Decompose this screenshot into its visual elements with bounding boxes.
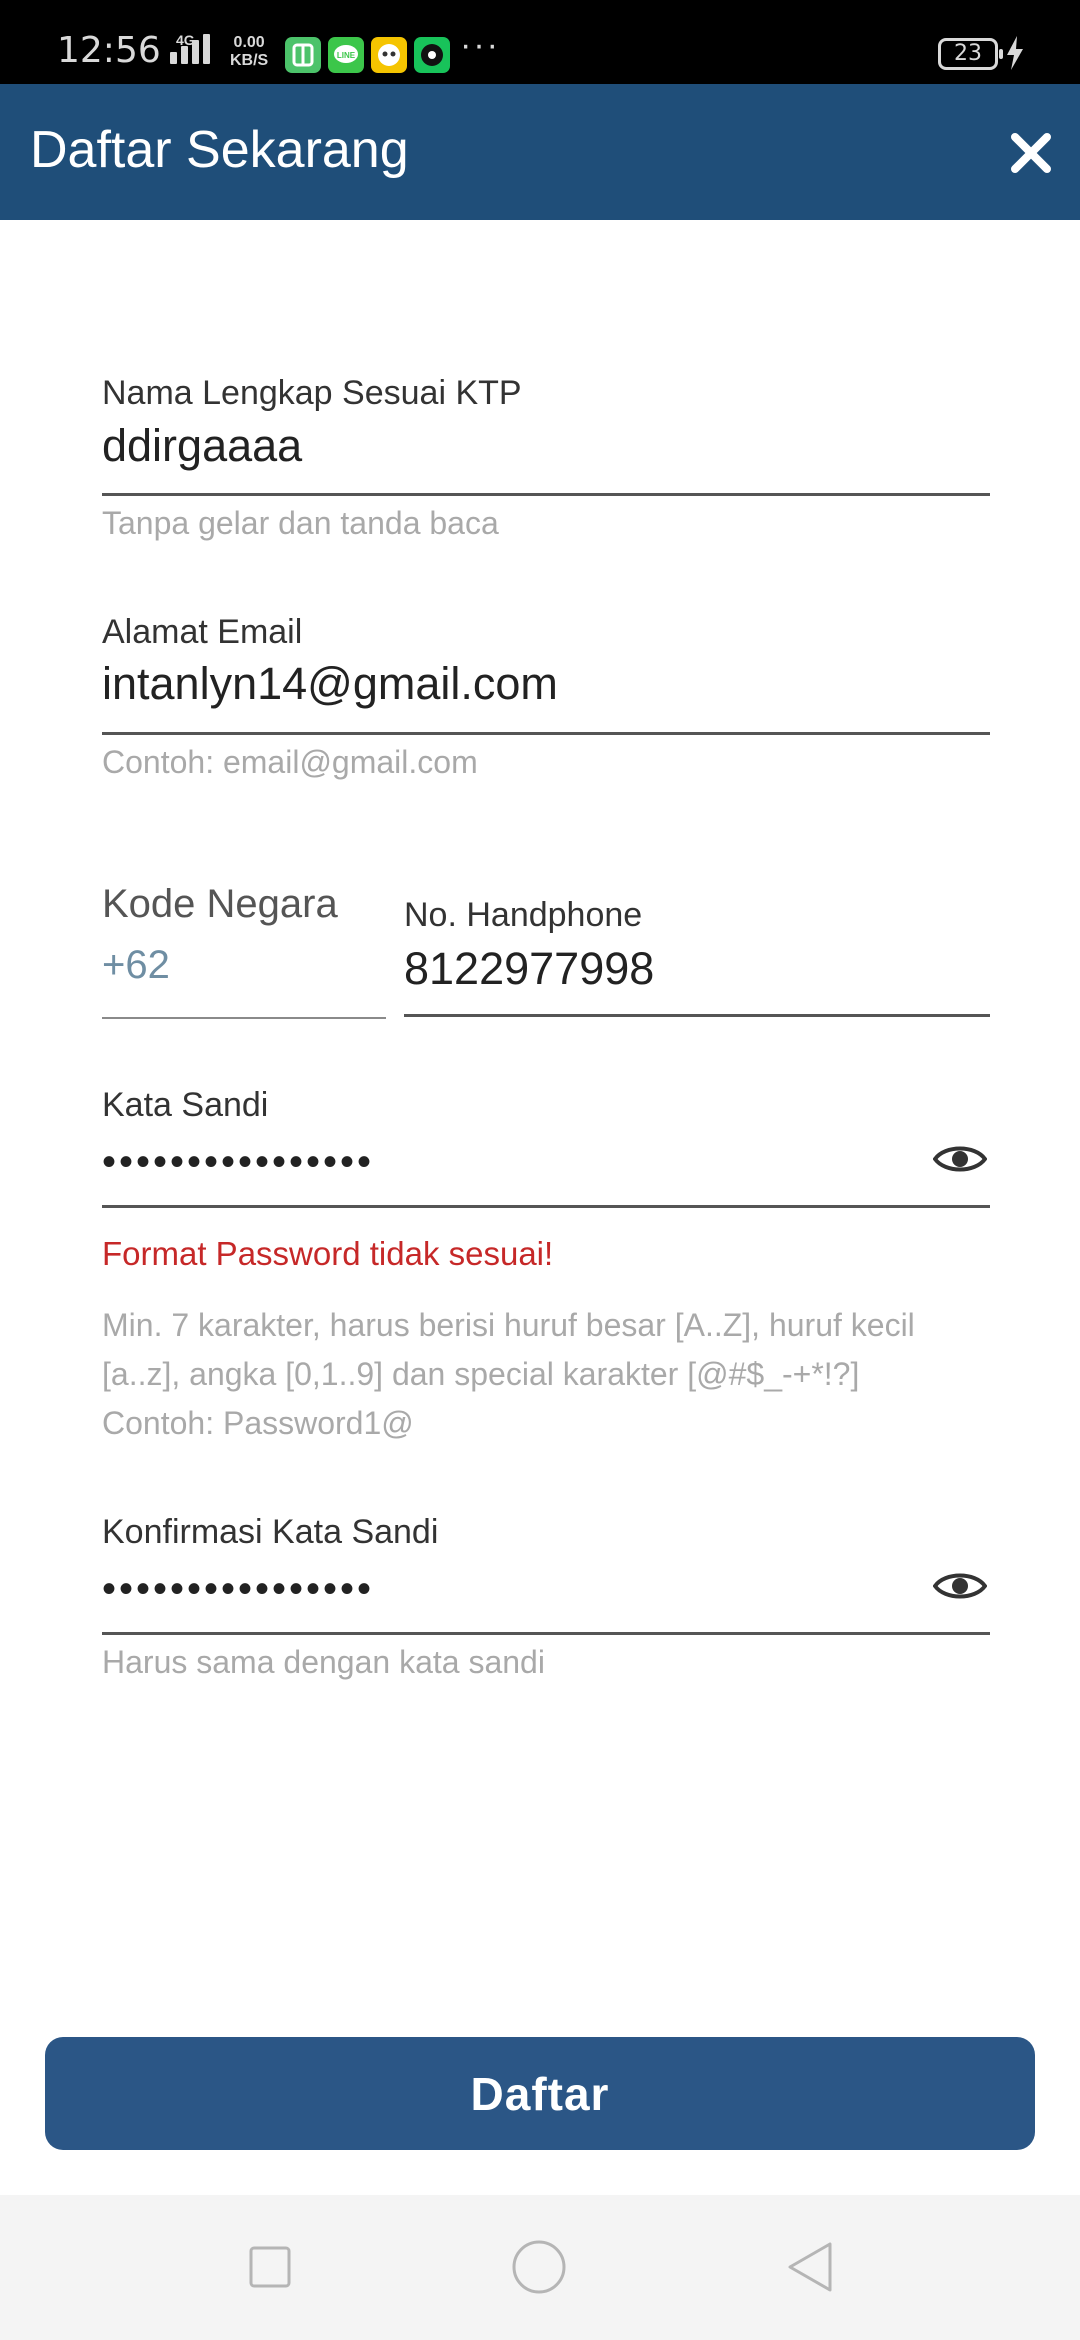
page-title: Daftar Sekarang [30, 121, 409, 179]
country-code-label: Kode Negara [102, 882, 338, 926]
line-icon: LINE [328, 37, 364, 73]
full-name-input[interactable]: ddirgaaaa [102, 420, 302, 472]
confirm-password-helper: Harus sama dengan kata sandi [102, 1644, 545, 1680]
more-notifications: ··· [460, 26, 500, 64]
confirm-password-underline [102, 1632, 990, 1635]
charging-icon [1007, 36, 1023, 70]
password-hint: Min. 7 karakter, harus berisi huruf besa… [102, 1307, 915, 1441]
app-notification-icon [371, 37, 407, 73]
app-notification-icon [414, 37, 450, 73]
email-helper: Contoh: email@gmail.com [102, 744, 478, 780]
password-input[interactable]: •••••••••••••••• [102, 1140, 374, 1185]
daftar-button[interactable]: Daftar [45, 2037, 1035, 2150]
country-code-input[interactable]: +62 [102, 943, 170, 988]
phone-underline [404, 1014, 990, 1017]
app-notification-icon [285, 37, 321, 73]
eye-icon[interactable] [933, 1568, 987, 1604]
email-label: Alamat Email [102, 613, 303, 651]
signal-icon: 4G [170, 32, 210, 64]
network-type: 4G [176, 32, 195, 48]
confirm-password-input[interactable]: •••••••••••••••• [102, 1567, 374, 1612]
country-code-underline [102, 1017, 386, 1019]
password-underline [102, 1205, 990, 1208]
phone-input[interactable]: 8122977998 [404, 943, 654, 995]
system-nav-bar [0, 2195, 1080, 2340]
full-name-underline [102, 493, 990, 496]
circle-icon[interactable] [511, 2239, 567, 2295]
svg-text:LINE: LINE [337, 51, 356, 60]
phone-label: No. Handphone [404, 896, 643, 934]
email-input[interactable]: intanlyn14@gmail.com [102, 658, 558, 710]
close-icon[interactable] [1006, 128, 1056, 178]
status-time: 12:56 [57, 30, 161, 71]
password-error: Format Password tidak sesuai! [102, 1235, 554, 1272]
app-bar: Daftar Sekarang [0, 84, 1080, 220]
eye-icon[interactable] [933, 1141, 987, 1177]
email-underline [102, 732, 990, 735]
triangle-back-icon[interactable] [786, 2241, 834, 2293]
network-speed: 0.00 KB/S [230, 34, 269, 69]
status-bar: 12:56 4G 0.00 KB/S LINE ··· 23 [0, 0, 1080, 84]
full-name-helper: Tanpa gelar dan tanda baca [102, 505, 499, 541]
password-label: Kata Sandi [102, 1086, 269, 1124]
square-icon[interactable] [248, 2245, 292, 2289]
battery-icon: 23 [938, 38, 1003, 70]
confirm-password-label: Konfirmasi Kata Sandi [102, 1513, 439, 1551]
notification-icons: LINE [285, 37, 450, 73]
full-name-label: Nama Lengkap Sesuai KTP [102, 374, 522, 412]
